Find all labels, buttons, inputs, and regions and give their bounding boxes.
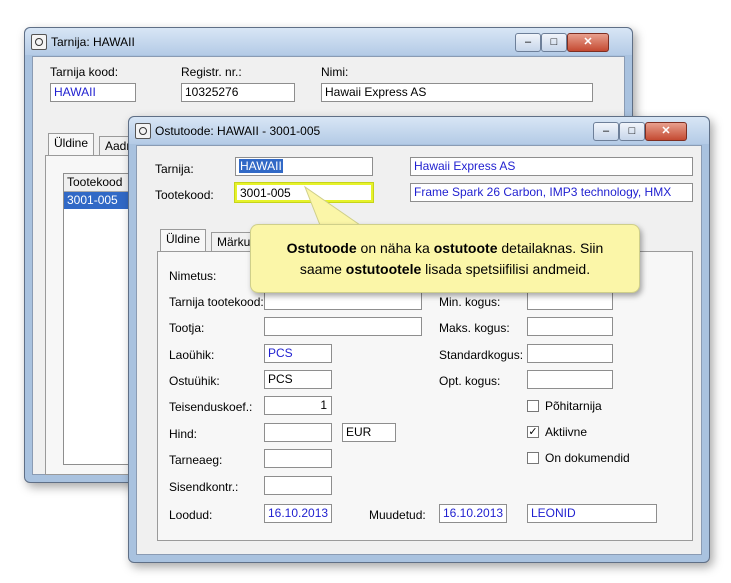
on-documents-checkbox[interactable] — [527, 452, 539, 464]
supplier-product-code-field[interactable] — [264, 291, 422, 310]
supplier-code-label: Tarnija kood: — [50, 65, 119, 79]
supplier-field[interactable]: HAWAII — [235, 157, 373, 176]
purchase-product-window: Ostutoode: HAWAII - 3001-005 – □ ✕ Tarni… — [128, 116, 710, 563]
product-desc-field: Frame Spark 26 Carbon, IMP3 technology, … — [410, 183, 693, 202]
name-label: Nimetus: — [169, 269, 217, 283]
std-qty-field[interactable] — [527, 344, 613, 363]
app-icon — [135, 123, 151, 139]
supplier-window-titlebar[interactable]: Tarnija: HAWAII – □ ✕ — [25, 28, 632, 55]
min-qty-field[interactable] — [527, 291, 613, 310]
modified-field: 16.10.2013 — [439, 504, 507, 523]
conversion-label: Teisenduskoef.: — [169, 400, 253, 414]
tab-general-back[interactable]: Üldine — [48, 133, 95, 156]
modified-label: Muudetud: — [369, 508, 426, 522]
minimize-button[interactable]: – — [593, 122, 619, 141]
minimize-button[interactable]: – — [515, 33, 541, 52]
created-field: 16.10.2013 — [264, 504, 332, 523]
opt-qty-label: Opt. kogus: — [439, 374, 501, 388]
purchase-unit-label: Ostuühik: — [169, 374, 220, 388]
name-label: Nimi: — [321, 65, 349, 79]
purchase-unit-field[interactable]: PCS — [264, 370, 332, 389]
name-field[interactable]: Hawaii Express AS — [321, 83, 593, 102]
created-label: Loodud: — [169, 508, 213, 522]
supplier-code-field[interactable]: HAWAII — [50, 83, 136, 102]
active-checkbox[interactable]: ✓ — [527, 426, 539, 438]
tab-general[interactable]: Üldine — [160, 229, 207, 252]
purchase-product-titlebar[interactable]: Ostutoode: HAWAII - 3001-005 – □ ✕ — [129, 117, 709, 144]
conversion-field[interactable]: 1 — [264, 396, 332, 415]
opt-qty-field[interactable] — [527, 370, 613, 389]
maximize-button[interactable]: □ — [541, 33, 567, 52]
callout-bold-2: ostutoote — [433, 240, 498, 256]
supplier-name-field: Hawaii Express AS — [410, 157, 693, 176]
callout-text-4: lisada spetsiifilisi andmeid. — [421, 261, 591, 277]
maximize-button[interactable]: □ — [619, 122, 645, 141]
active-label: Aktiivne — [545, 425, 588, 439]
purchase-product-client: Tarnija: HAWAII Hawaii Express AS Tootek… — [136, 145, 702, 555]
max-qty-label: Maks. kogus: — [439, 321, 510, 335]
modified-by-field: LEONID — [527, 504, 657, 523]
callout-line-1: Ostutoode on näha ka ostutoote detailakn… — [251, 238, 639, 259]
input-control-field[interactable] — [264, 476, 332, 495]
max-qty-field[interactable] — [527, 317, 613, 336]
purchase-product-title: Ostutoode: HAWAII - 3001-005 — [155, 124, 321, 138]
currency-field[interactable]: EUR — [342, 423, 396, 442]
price-label: Hind: — [169, 427, 198, 441]
std-qty-label: Standardkogus: — [439, 348, 524, 362]
min-qty-label: Min. kogus: — [439, 295, 501, 309]
callout-text-2: detailaknas. Siin — [497, 240, 604, 256]
app-icon — [31, 34, 47, 50]
stock-unit-field[interactable]: PCS — [264, 344, 332, 363]
supplier-window-title: Tarnija: HAWAII — [51, 35, 135, 49]
maker-label: Tootja: — [169, 321, 205, 335]
stock-unit-label: Laoühik: — [169, 348, 215, 362]
maker-field[interactable] — [264, 317, 422, 336]
reg-nr-label: Registr. nr.: — [181, 65, 242, 79]
product-code-label: Tootekood: — [155, 188, 214, 202]
callout-text-3: saame — [299, 261, 346, 277]
supplier-value: HAWAII — [239, 159, 283, 173]
supplier-label: Tarnija: — [155, 162, 194, 176]
callout-note: Ostutoode on näha ka ostutoote detailakn… — [250, 224, 640, 293]
price-field[interactable] — [264, 423, 332, 442]
close-button[interactable]: ✕ — [567, 33, 609, 52]
on-documents-label: On dokumendid — [545, 451, 630, 465]
callout-line-2: saame ostutootele lisada spetsiifilisi a… — [251, 259, 639, 280]
supplier-product-code-label: Tarnija tootekood: — [169, 295, 264, 309]
main-supplier-checkbox[interactable] — [527, 400, 539, 412]
lead-time-label: Tarneaeg: — [169, 453, 223, 467]
lead-time-field[interactable] — [264, 449, 332, 468]
close-button[interactable]: ✕ — [645, 122, 687, 141]
main-supplier-label: Põhitarnija — [545, 399, 602, 413]
reg-nr-field[interactable]: 10325276 — [181, 83, 295, 102]
input-control-label: Sisendkontr.: — [169, 480, 239, 494]
callout-bold-1: Ostutoode — [286, 240, 357, 256]
callout-bold-3: ostutootele — [345, 261, 422, 277]
callout-text-1: on näha ka — [356, 240, 434, 256]
